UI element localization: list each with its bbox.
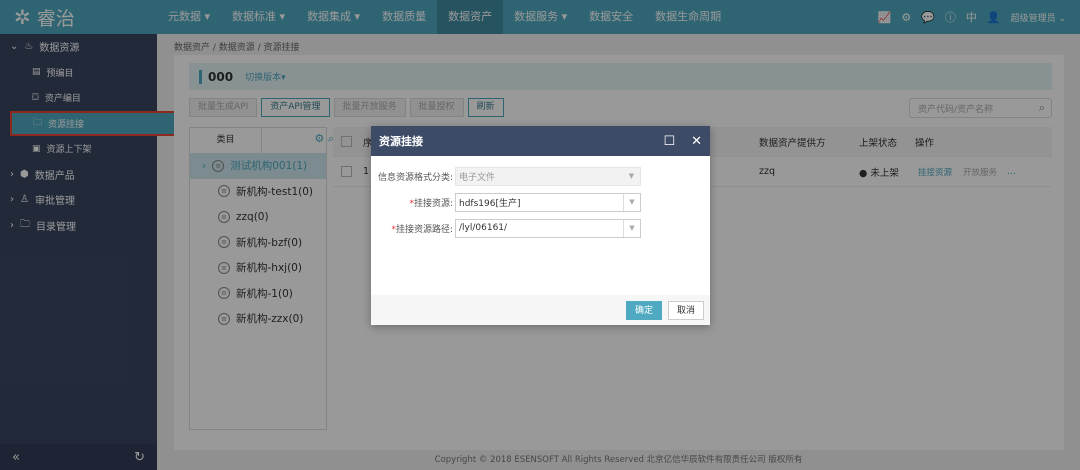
chevron-down-icon[interactable]: ▼	[623, 193, 640, 211]
chevron-down-icon[interactable]: ▼	[623, 219, 640, 237]
chevron-down-icon: ▼	[628, 171, 635, 180]
confirm-button[interactable]: 确定	[625, 300, 662, 320]
resource-mount-dialog: 资源挂接 ☐ ✕ 信息资源格式分类: 电子文件 ▼ *挂接资源: hdfs196[生产] ▼…	[371, 126, 710, 325]
close-icon[interactable]: ✕	[691, 134, 702, 149]
format-category-select: 电子文件 ▼	[455, 166, 641, 186]
mount-resource-select[interactable]: hdfs196[生产] ▼	[455, 192, 641, 212]
cancel-button[interactable]: 取消	[667, 300, 704, 320]
maximize-icon[interactable]: ☐	[663, 134, 675, 149]
mount-path-select[interactable]: /lyl/06161/▼	[455, 218, 641, 238]
dialog-title: 资源挂接	[379, 135, 423, 148]
